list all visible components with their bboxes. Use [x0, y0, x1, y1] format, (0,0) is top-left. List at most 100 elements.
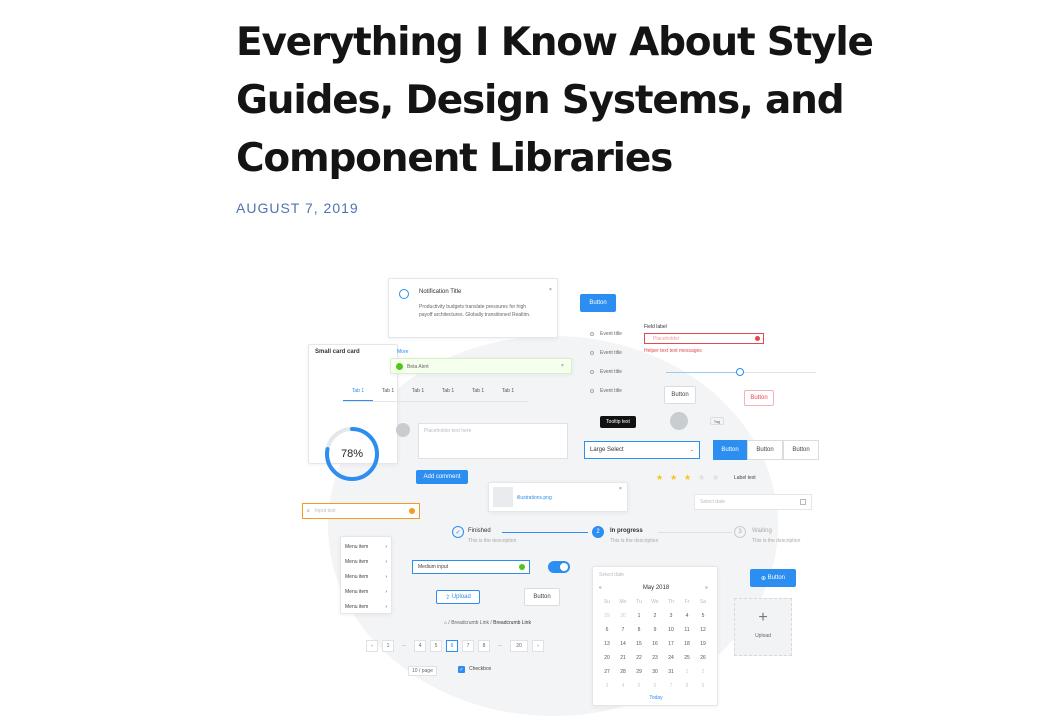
pagination-prev[interactable]: ‹ — [366, 640, 378, 652]
radio-button[interactable] — [590, 389, 594, 393]
tab-item[interactable]: Tab 1 — [403, 388, 433, 401]
calendar-date[interactable]: 16 — [647, 637, 663, 651]
upload-button[interactable]: ⇪ Upload — [436, 590, 480, 604]
calendar-date[interactable]: 24 — [663, 651, 679, 665]
calendar-date[interactable]: 18 — [679, 637, 695, 651]
radio-button[interactable] — [590, 370, 594, 374]
calendar-date[interactable]: 27 — [599, 665, 615, 679]
calendar-date[interactable]: 2 — [695, 665, 711, 679]
calendar-date[interactable]: 22 — [631, 651, 647, 665]
button-group-item[interactable]: Button — [747, 440, 783, 460]
star-icon[interactable]: ★ — [670, 473, 677, 482]
calendar-date[interactable]: 31 — [663, 665, 679, 679]
file-name[interactable]: illustrations.png — [517, 495, 552, 501]
pagination-page[interactable]: 20 — [510, 640, 528, 652]
medium-input[interactable]: Medium input — [412, 560, 530, 574]
calendar-date[interactable]: 30 — [647, 665, 663, 679]
calendar-date[interactable]: 29 — [599, 609, 615, 623]
calendar-input[interactable]: Select date — [599, 572, 624, 578]
toggle-switch[interactable] — [548, 561, 570, 573]
calendar-date[interactable]: 10 — [663, 623, 679, 637]
article-date[interactable]: AUGUST 7, 2019 — [236, 200, 876, 216]
menu-item[interactable]: Menu item › — [341, 554, 391, 569]
calendar-date[interactable]: 4 — [615, 679, 631, 693]
search-input[interactable]: ⌕ Input text — [302, 503, 420, 519]
calendar-date[interactable]: 17 — [663, 637, 679, 651]
star-icon[interactable]: ★ — [656, 473, 663, 482]
calendar-date[interactable]: 28 — [615, 665, 631, 679]
calendar-next-icon[interactable]: » — [705, 585, 708, 591]
calendar-date[interactable]: 23 — [647, 651, 663, 665]
checkbox[interactable]: ✓ — [458, 666, 465, 673]
plain-button[interactable]: Button — [524, 588, 560, 606]
calendar-date[interactable]: 1 — [631, 609, 647, 623]
calendar-date[interactable]: 4 — [679, 609, 695, 623]
tab-item[interactable]: Tab 1 — [433, 388, 463, 401]
calendar-date[interactable]: 3 — [663, 609, 679, 623]
calendar-date[interactable]: 6 — [599, 623, 615, 637]
star-icon[interactable]: ★ — [684, 473, 691, 482]
small-card-link[interactable]: More — [397, 349, 408, 355]
tab-item[interactable]: Tab 1 — [463, 388, 493, 401]
calendar-date[interactable]: 14 — [615, 637, 631, 651]
pagination-page[interactable]: 8 — [478, 640, 490, 652]
star-icon[interactable]: ★ — [698, 473, 705, 482]
pagination-page[interactable]: 1 — [382, 640, 394, 652]
pagination-page[interactable]: 7 — [462, 640, 474, 652]
calendar-date[interactable]: 9 — [647, 623, 663, 637]
close-icon[interactable]: × — [549, 287, 552, 293]
calendar-date[interactable]: 19 — [695, 637, 711, 651]
danger-button[interactable]: Button — [744, 390, 774, 406]
calendar-date[interactable]: 9 — [695, 679, 711, 693]
primary-button[interactable]: Button — [580, 294, 616, 312]
calendar-date[interactable]: 8 — [631, 623, 647, 637]
rating[interactable]: ★ ★ ★ ★ ★ — [656, 473, 726, 483]
calendar-date[interactable]: 15 — [631, 637, 647, 651]
tag[interactable]: Tag — [710, 417, 724, 425]
breadcrumb-link[interactable]: Breadcrumb Link — [451, 620, 489, 626]
large-select[interactable]: Large Select ⌄ — [584, 441, 700, 459]
calendar-date[interactable]: 30 — [615, 609, 631, 623]
button-group-item[interactable]: Button — [713, 440, 747, 460]
calendar-date[interactable]: 21 — [615, 651, 631, 665]
pagination-next[interactable]: › — [532, 640, 544, 652]
radio-button[interactable] — [590, 332, 594, 336]
file-close-icon[interactable]: × — [619, 486, 622, 492]
pagination-page[interactable]: 6 — [446, 640, 458, 652]
calendar-date[interactable]: 7 — [663, 679, 679, 693]
calendar-date[interactable]: 7 — [615, 623, 631, 637]
comment-textarea[interactable]: Placeholder text here — [418, 423, 568, 459]
calendar-date[interactable]: 29 — [631, 665, 647, 679]
calendar-date[interactable]: 8 — [679, 679, 695, 693]
tab-item[interactable]: Tab 1 — [493, 388, 523, 401]
calendar-date[interactable]: 25 — [679, 651, 695, 665]
slider-handle[interactable] — [736, 368, 744, 376]
page-size-select[interactable]: 10 / page — [408, 666, 437, 676]
calendar-today[interactable]: Today — [593, 695, 719, 701]
alert-close-icon[interactable]: × — [561, 363, 564, 369]
tab-item[interactable]: Tab 1 — [343, 388, 373, 401]
breadcrumb-link[interactable]: Breadcrumb Link — [493, 620, 531, 626]
menu-item[interactable]: Menu item › — [341, 599, 391, 614]
button-group-item[interactable]: Button — [783, 440, 819, 460]
menu-item[interactable]: Menu item › — [341, 539, 391, 554]
error-input[interactable]: Placeholder — [644, 333, 764, 344]
upload-dropzone[interactable]: + Upload — [734, 598, 792, 656]
calendar-date[interactable]: 11 — [679, 623, 695, 637]
secondary-button[interactable]: Button — [664, 386, 696, 404]
pagination-ellipsis[interactable]: ··· — [494, 640, 506, 652]
menu-item[interactable]: Menu item › — [341, 569, 391, 584]
calendar-date[interactable]: 12 — [695, 623, 711, 637]
star-icon[interactable]: ★ — [712, 473, 719, 482]
pagination-ellipsis[interactable]: ··· — [398, 640, 410, 652]
date-input[interactable]: Select date — [694, 494, 812, 510]
pagination-page[interactable]: 4 — [414, 640, 426, 652]
calendar-date[interactable]: 26 — [695, 651, 711, 665]
calendar-date[interactable]: 5 — [631, 679, 647, 693]
calendar-date[interactable]: 6 — [647, 679, 663, 693]
add-comment-button[interactable]: Add comment — [416, 470, 468, 484]
calendar-date[interactable]: 1 — [679, 665, 695, 679]
pagination-page[interactable]: 5 — [430, 640, 442, 652]
calendar-date[interactable]: 5 — [695, 609, 711, 623]
radio-button[interactable] — [590, 351, 594, 355]
